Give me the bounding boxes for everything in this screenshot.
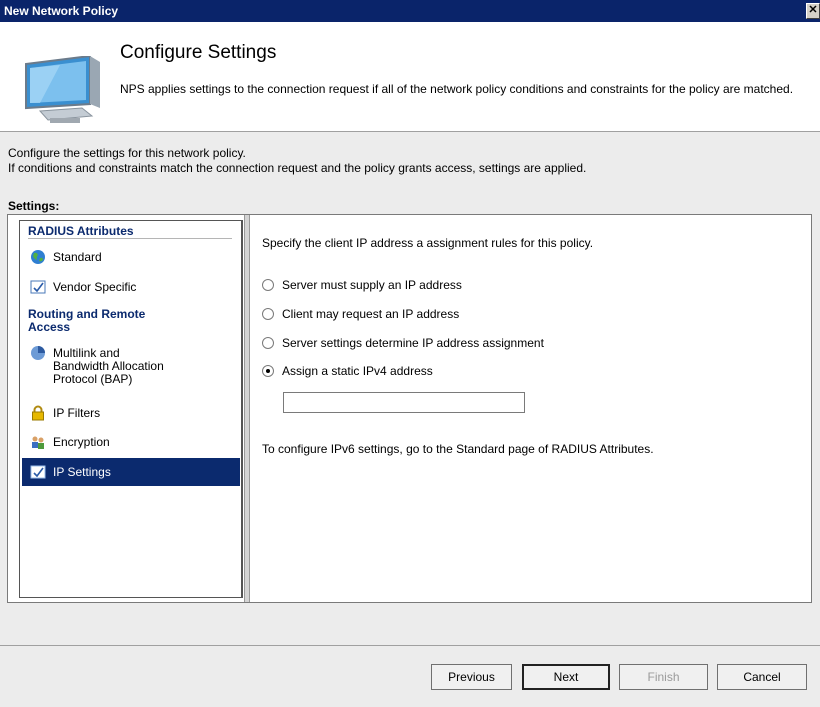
group-heading-radius: RADIUS Attributes [28, 225, 232, 239]
nav-label-ip-filters: IP Filters [53, 406, 101, 420]
next-button[interactable]: Next [522, 664, 610, 690]
radio-server-supply[interactable]: Server must supply an IP address [262, 278, 462, 292]
pie-icon [31, 346, 45, 360]
page-description: NPS applies settings to the connection r… [120, 82, 794, 96]
nav-label-ip-settings: IP Settings [53, 465, 111, 479]
nav-label-encryption: Encryption [53, 435, 110, 449]
checklist-icon [30, 280, 46, 294]
radio-circle[interactable] [262, 308, 274, 320]
settings-nav: RADIUS Attributes Standard Vendor Specif… [19, 220, 243, 598]
static-ipv4-input[interactable] [283, 392, 525, 413]
nav-item-ip-settings[interactable]: IP Settings [22, 458, 240, 486]
group-heading-routing-line-2: Access [28, 320, 71, 334]
close-icon[interactable]: ✕ [806, 3, 820, 19]
radio-circle[interactable] [262, 337, 274, 349]
radio-label-client-request: Client may request an IP address [282, 307, 460, 321]
nav-item-multilink[interactable]: Multilink and Bandwidth Allocation Proto… [22, 345, 240, 386]
nav-label-standard: Standard [53, 250, 102, 264]
ipv6-note: To configure IPv6 settings, go to the St… [262, 442, 654, 456]
radio-label-server-settings: Server settings determine IP address ass… [282, 336, 544, 350]
settings-label: Settings: [8, 199, 60, 213]
intro-text: Configure the settings for this network … [8, 146, 586, 176]
radio-label-static-ipv4: Assign a static IPv4 address [282, 364, 433, 378]
cancel-button[interactable]: Cancel [717, 664, 807, 690]
globe-icon [31, 250, 45, 264]
wizard-header: Configure Settings NPS applies settings … [0, 22, 820, 132]
checklist-icon [30, 465, 46, 479]
intro-line-1: Configure the settings for this network … [8, 146, 246, 160]
previous-button[interactable]: Previous [431, 664, 512, 690]
radio-label-server-supply: Server must supply an IP address [282, 278, 462, 292]
nav-item-encryption[interactable]: Encryption [22, 434, 240, 450]
panel-splitter[interactable] [244, 215, 250, 602]
radio-static-ipv4[interactable]: Assign a static IPv4 address [262, 364, 433, 378]
radio-circle-selected[interactable] [262, 365, 274, 377]
nav-item-standard[interactable]: Standard [22, 249, 240, 265]
window-title: New Network Policy [4, 4, 119, 18]
nav-label-multilink-line-3: Protocol (BAP) [53, 372, 133, 386]
nav-label-vendor-specific: Vendor Specific [53, 280, 137, 294]
page-title: Configure Settings [120, 42, 277, 63]
footer-divider [0, 645, 820, 646]
radio-circle[interactable] [262, 279, 274, 291]
lock-icon [32, 405, 44, 421]
group-heading-routing: Routing and Remote Access [28, 308, 232, 334]
nav-item-ip-filters[interactable]: IP Filters [22, 405, 240, 421]
content-lead: Specify the client IP address a assignme… [262, 236, 594, 250]
nav-item-vendor-specific[interactable]: Vendor Specific [22, 279, 240, 295]
nav-label-multilink: Multilink and Bandwidth Allocation Proto… [53, 345, 164, 386]
users-icon [32, 436, 44, 449]
finish-button[interactable]: Finish [619, 664, 708, 690]
monitor-icon [25, 56, 100, 123]
radio-client-request[interactable]: Client may request an IP address [262, 307, 459, 321]
radio-server-settings[interactable]: Server settings determine IP address ass… [262, 336, 544, 350]
title-bar: New Network Policy ✕ [0, 0, 820, 22]
intro-line-2: If conditions and constraints match the … [8, 161, 587, 175]
